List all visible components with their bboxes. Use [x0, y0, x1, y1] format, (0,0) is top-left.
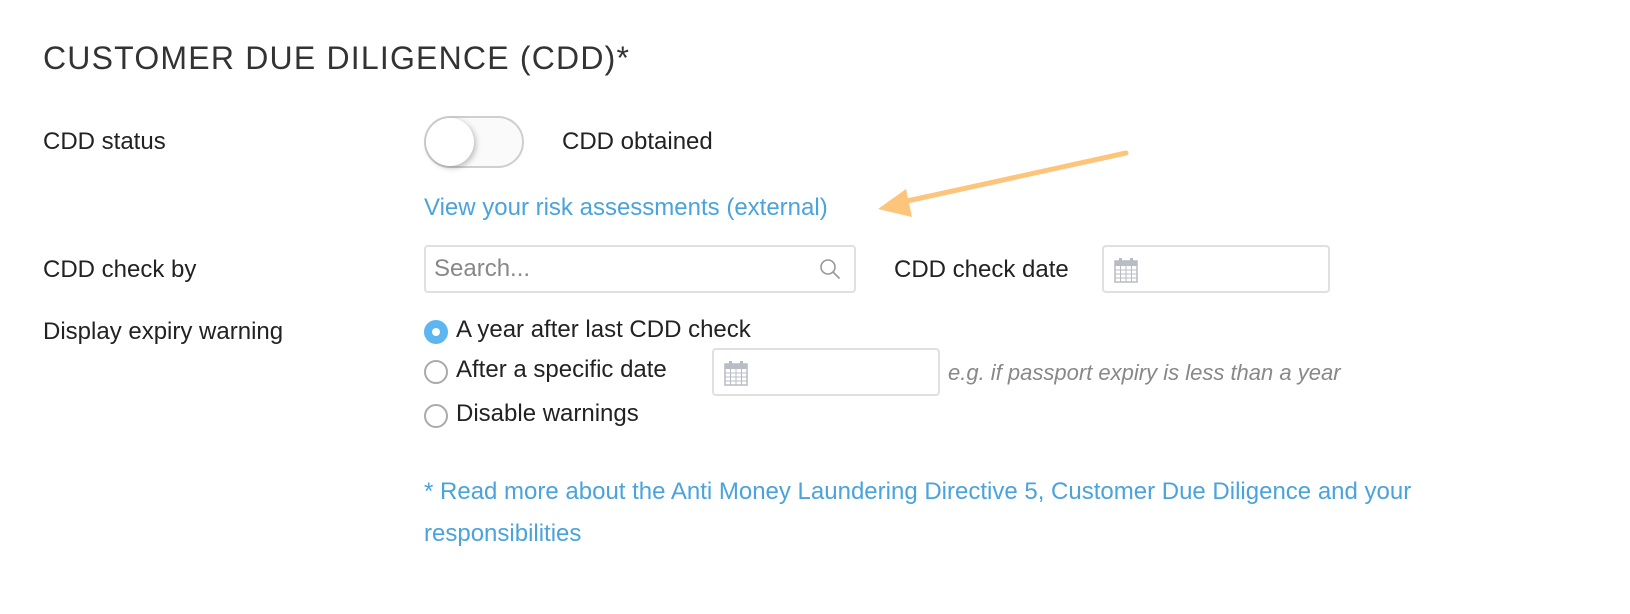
- search-icon: [820, 259, 840, 279]
- specific-date-hint: e.g. if passport expiry is less than a y…: [948, 360, 1341, 385]
- cdd-check-date-field[interactable]: [1102, 245, 1330, 293]
- cdd-status-label: CDD status: [43, 128, 166, 155]
- option-disable-warnings-label[interactable]: Disable warnings: [456, 400, 639, 428]
- cdd-obtained-label: CDD obtained: [562, 128, 713, 155]
- radio-disable-warnings[interactable]: [424, 404, 448, 428]
- toggle-knob: [426, 118, 474, 166]
- annotation-arrow-icon: [878, 150, 1129, 217]
- aml-directive-link[interactable]: * Read more about the Anti Money Launder…: [424, 478, 1411, 548]
- section-title: CUSTOMER DUE DILIGENCE (CDD)*: [43, 40, 631, 76]
- calendar-icon[interactable]: [724, 360, 748, 386]
- option-year-after-check-label[interactable]: A year after last CDD check: [456, 316, 751, 344]
- cdd-check-by-input[interactable]: [426, 247, 804, 291]
- risk-assessments-link[interactable]: View your risk assessments (external): [424, 194, 828, 222]
- radio-specific-date[interactable]: [424, 360, 448, 384]
- cdd-check-by-search[interactable]: [424, 245, 856, 293]
- cdd-check-date-label: CDD check date: [894, 256, 1069, 283]
- calendar-icon[interactable]: [1114, 257, 1138, 283]
- expiry-warning-label: Display expiry warning: [43, 318, 284, 345]
- specific-date-field[interactable]: [712, 348, 940, 396]
- aml-link-line1[interactable]: * Read more about the Anti Money Launder…: [424, 478, 1411, 505]
- radio-year-after-check[interactable]: [424, 320, 448, 344]
- option-specific-date-label[interactable]: After a specific date: [456, 356, 667, 384]
- cdd-obtained-toggle[interactable]: [424, 116, 524, 168]
- aml-link-line2[interactable]: responsibilities: [424, 520, 581, 548]
- cdd-check-by-label: CDD check by: [43, 256, 197, 283]
